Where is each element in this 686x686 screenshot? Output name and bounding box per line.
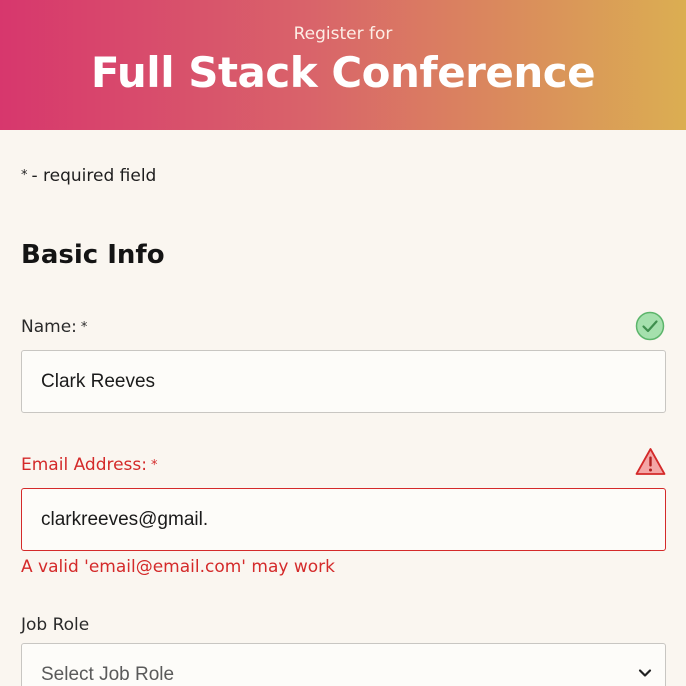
required-marker: * [151,458,158,473]
required-marker: * [21,168,28,183]
job-role-label: Job Role [21,615,90,635]
required-note-text: - required field [31,166,157,186]
job-role-selected-value: Select Job Role [41,664,175,685]
chevron-down-icon [638,669,652,677]
email-label: Email Address: * [21,455,158,475]
name-input[interactable] [21,350,666,413]
header-subtitle: Register for [293,24,393,44]
job-role-select[interactable]: Select Job Role [21,643,666,686]
warning-triangle-icon [635,448,666,475]
section-title: Basic Info [21,240,165,270]
email-label-text: Email Address: [21,455,147,475]
page-header: Register for Full Stack Conference [0,0,686,130]
name-label-text: Name: [21,317,77,337]
email-error-hint: A valid 'email@email.com' may work [21,557,335,577]
page-title: Full Stack Conference [90,48,596,97]
required-field-note: * - required field [21,166,156,186]
required-marker: * [80,320,88,335]
check-circle-icon [635,311,665,341]
name-label: Name: * [21,317,87,337]
email-input[interactable] [21,488,666,551]
